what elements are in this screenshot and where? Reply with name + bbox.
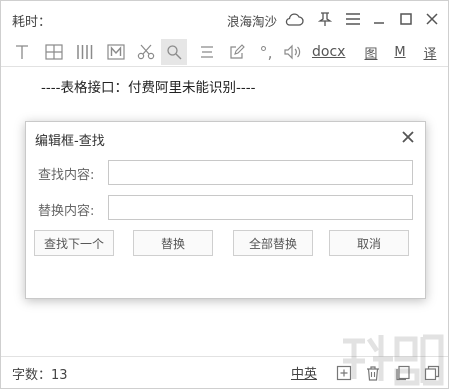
find-next-button[interactable]: 查找下一个 xyxy=(34,230,114,256)
editor-content[interactable]: ----表格接口：付费阿里未能识别---- xyxy=(41,76,255,96)
m-box-tool-icon[interactable] xyxy=(105,39,127,65)
watermark-logo xyxy=(343,334,444,386)
app-window: 耗时： 浪海淘沙 °, docx 图 M 译 ----表格接口：付费阿里未能识别… xyxy=(0,0,449,389)
translate-button[interactable]: 译 xyxy=(419,39,441,65)
replace-label: 替换内容: xyxy=(38,204,95,219)
title-bar: 耗时： 浪海淘沙 xyxy=(1,1,448,37)
find-label: 查找内容: xyxy=(38,168,95,183)
docx-label: docx xyxy=(312,44,346,60)
cloud-icon[interactable] xyxy=(284,9,304,29)
m-label: M xyxy=(394,44,406,60)
word-count: 字数：13 xyxy=(12,368,68,383)
cancel-button[interactable]: 取消 xyxy=(329,230,409,256)
dialog-title: 编辑框-查找 xyxy=(35,134,105,149)
toolbar-divider xyxy=(1,66,448,67)
dialog-close-icon[interactable] xyxy=(400,129,418,147)
minimize-icon[interactable] xyxy=(369,9,389,29)
columns-tool-icon[interactable] xyxy=(74,39,96,65)
table-tool-icon[interactable] xyxy=(43,39,65,65)
image-button[interactable]: 图 xyxy=(360,39,382,65)
degree-icon[interactable]: °, xyxy=(255,39,277,65)
docx-export-button[interactable]: docx xyxy=(312,39,345,65)
edit-box-icon[interactable] xyxy=(226,39,248,65)
align-tool-icon[interactable] xyxy=(196,39,218,65)
search-tool-icon[interactable] xyxy=(161,39,187,65)
text-tool-icon[interactable] xyxy=(11,39,33,65)
elapsed-time-label: 耗时： xyxy=(12,15,52,30)
find-replace-dialog: 编辑框-查找 查找内容: 替换内容: 查找下一个 替换 全部替换 取消 xyxy=(25,121,426,299)
brand-label: 浪海淘沙 xyxy=(227,14,278,29)
close-icon[interactable] xyxy=(422,9,442,29)
toolbar: °, docx 图 M 译 xyxy=(1,37,448,67)
scissors-icon[interactable] xyxy=(135,39,157,65)
replace-input[interactable] xyxy=(108,195,413,220)
pin-icon[interactable] xyxy=(315,9,335,29)
speaker-icon[interactable] xyxy=(283,39,305,65)
replace-button[interactable]: 替换 xyxy=(133,230,213,256)
language-toggle[interactable]: 中英 xyxy=(291,363,317,382)
translate-label: 译 xyxy=(423,46,437,62)
m-button[interactable]: M xyxy=(389,39,411,65)
menu-icon[interactable] xyxy=(343,9,363,29)
replace-all-button[interactable]: 全部替换 xyxy=(233,230,313,256)
image-label: 图 xyxy=(364,46,378,62)
maximize-icon[interactable] xyxy=(396,9,416,29)
find-input[interactable] xyxy=(108,160,413,185)
